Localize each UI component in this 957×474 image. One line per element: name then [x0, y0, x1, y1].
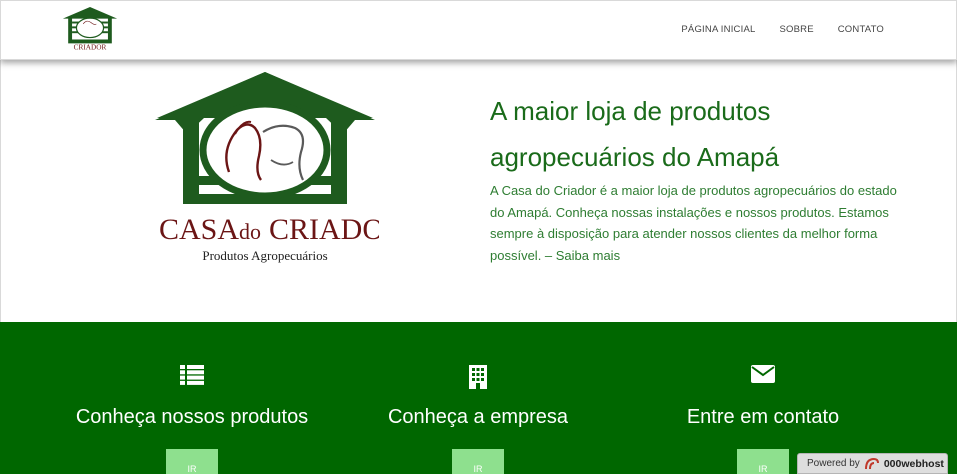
building-icon [469, 365, 487, 389]
feature-company: Conheça a empresa IR [318, 322, 638, 474]
main-menu: PÁGINA INICIAL SOBRE CONTATO [681, 24, 884, 35]
hero-logo-do: do [239, 219, 261, 244]
feature-products: Conheça nossos produtos IR [32, 322, 352, 474]
feature-contact-button[interactable]: IR [737, 449, 789, 474]
hero-logo-criador: CRIADOR [269, 213, 379, 246]
hero-title: A maior loja de produtos agropecuários d… [490, 96, 780, 172]
casa-do-criador-logo[interactable]: CRIADOR [59, 7, 121, 55]
nav-link-home[interactable]: PÁGINA INICIAL [681, 24, 755, 35]
nav-link-contact[interactable]: CONTATO [838, 24, 884, 35]
feature-company-button[interactable]: IR [452, 449, 504, 474]
features-band: Conheça nossos produtos IR Conheça a emp… [0, 322, 957, 474]
feature-products-title: Conheça nossos produtos [75, 406, 309, 428]
feature-contact-title: Entre em contato [686, 406, 840, 428]
powered-by-label: Powered by [807, 458, 860, 469]
hero-description: A Casa do Criador é a maior loja de prod… [490, 183, 897, 264]
hero-logo-casa: CASA [159, 213, 239, 246]
list-icon [180, 365, 204, 385]
webhost-name: 000webhost [883, 457, 944, 470]
powered-by-badge[interactable]: Powered by 000webhost [797, 453, 948, 474]
envelope-icon [751, 365, 775, 383]
casa-do-criador-hero-logo: CASA do CRIADOR Produtos Agropecuários [155, 72, 379, 263]
feature-products-button[interactable]: IR [166, 449, 218, 474]
feature-company-title: Conheça a empresa [387, 406, 569, 428]
hero-section: CASA do CRIADOR Produtos Agropecuários A… [0, 60, 957, 322]
hero-logo-tagline: Produtos Agropecuários [202, 248, 327, 263]
top-navbar: CRIADOR PÁGINA INICIAL SOBRE CONTATO [0, 0, 957, 60]
feature-contact: Entre em contato IR [603, 322, 923, 474]
nav-link-about[interactable]: SOBRE [779, 24, 813, 35]
logo-brand-text: CRIADOR [74, 44, 107, 52]
webhost-logo-icon [864, 457, 879, 469]
